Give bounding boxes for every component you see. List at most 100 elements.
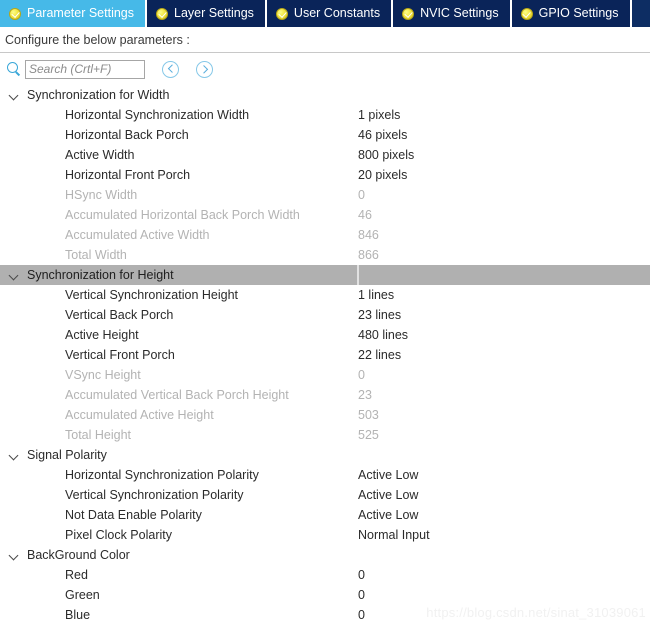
parameter-label: HSync Width — [65, 188, 138, 202]
parameter-value: 46 — [358, 208, 372, 222]
parameter-label: Blue — [65, 608, 91, 622]
parameter-value[interactable]: 22 lines — [358, 345, 401, 365]
tab-label: Layer Settings — [174, 6, 254, 20]
parameter-row: Total Width 866 — [0, 245, 650, 265]
tab-gpio-settings[interactable]: GPIO Settings — [511, 0, 632, 27]
tab-label: NVIC Settings — [420, 6, 499, 20]
tab-layer-settings[interactable]: Layer Settings — [147, 0, 267, 27]
parameter-row: VSync Height 0 — [0, 365, 650, 385]
chevron-down-icon[interactable] — [9, 90, 20, 101]
group-header[interactable]: Synchronization for Height — [0, 265, 650, 285]
parameter-value[interactable]: Active Low — [358, 505, 418, 525]
parameter-row: Total Height 525 — [0, 425, 650, 445]
parameter-row[interactable]: Vertical Synchronization Height 1 lines — [0, 285, 650, 305]
parameter-label: Vertical Back Porch — [65, 308, 174, 322]
parameter-row[interactable]: Horizontal Front Porch 20 pixels — [0, 165, 650, 185]
parameter-row[interactable]: Horizontal Synchronization Polarity Activ… — [0, 465, 650, 485]
group-title: Synchronization for Height — [27, 268, 174, 282]
parameter-value[interactable]: Active Low — [358, 465, 418, 485]
parameter-value[interactable]: 46 pixels — [358, 125, 407, 145]
group-header[interactable]: Synchronization for Width — [0, 85, 650, 105]
parameter-row: Accumulated Vertical Back Porch Height 23 — [0, 385, 650, 405]
check-circle-icon — [9, 7, 21, 20]
parameter-row[interactable]: Vertical Front Porch 22 lines — [0, 345, 650, 365]
chevron-left-circle-icon[interactable] — [162, 60, 179, 78]
check-circle-icon — [275, 7, 288, 20]
tab-user-constants[interactable]: User Constants — [266, 0, 394, 27]
chevron-down-icon[interactable] — [9, 550, 20, 561]
parameter-label: Red — [65, 568, 88, 582]
group-title: Synchronization for Width — [27, 88, 170, 102]
parameter-value: 23 — [358, 388, 372, 402]
parameter-label: VSync Height — [65, 368, 141, 382]
tab-parameter-settings[interactable]: Parameter Settings — [0, 0, 147, 27]
parameter-value: 525 — [358, 428, 379, 442]
parameter-label: Not Data Enable Polarity — [65, 508, 202, 522]
parameter-value[interactable]: 20 pixels — [358, 165, 407, 185]
parameter-label: Horizontal Synchronization Width — [65, 108, 250, 122]
parameter-settings-window: Parameter Settings Layer Settings User Con… — [0, 0, 650, 629]
parameter-label: Green — [65, 588, 100, 602]
parameter-row: Accumulated Horizontal Back Porch Width 4… — [0, 205, 650, 225]
parameter-label: Active Width — [65, 148, 135, 162]
parameter-value: 846 — [358, 228, 379, 242]
parameter-row[interactable]: Pixel Clock Polarity Normal Input — [0, 525, 650, 545]
parameter-label: Active Height — [65, 328, 139, 342]
parameter-row[interactable]: Vertical Back Porch 23 lines — [0, 305, 650, 325]
group-title: Signal Polarity — [27, 448, 107, 462]
parameter-value[interactable]: 800 pixels — [358, 145, 414, 165]
parameter-label: Vertical Synchronization Height — [65, 288, 239, 302]
parameter-label: Accumulated Active Width — [65, 228, 210, 242]
chevron-right-circle-icon[interactable] — [196, 60, 213, 78]
parameter-label: Accumulated Vertical Back Porch Height — [65, 388, 289, 402]
parameter-label: Total Height — [65, 428, 132, 442]
check-circle-icon — [156, 7, 168, 20]
parameter-value[interactable]: 23 lines — [358, 305, 401, 325]
parameter-row[interactable]: Active Width 800 pixels — [0, 145, 650, 165]
chevron-down-icon[interactable] — [9, 450, 20, 461]
parameter-label: Vertical Synchronization Polarity — [65, 488, 244, 502]
parameter-row[interactable]: Horizontal Back Porch 46 pixels — [0, 125, 650, 145]
check-circle-icon — [520, 7, 533, 20]
parameter-row[interactable]: Active Height 480 lines — [0, 325, 650, 345]
chevron-down-icon[interactable] — [9, 270, 20, 281]
column-divider — [357, 265, 359, 285]
parameter-label: Pixel Clock Polarity — [65, 528, 172, 542]
parameter-row: HSync Width 0 — [0, 185, 650, 205]
parameter-row: Accumulated Active Width 846 — [0, 225, 650, 245]
parameter-row[interactable]: Vertical Synchronization Polarity Active … — [0, 485, 650, 505]
parameter-value[interactable]: Active Low — [358, 485, 418, 505]
parameter-label: Accumulated Active Height — [65, 408, 214, 422]
parameter-row[interactable]: Horizontal Synchronization Width 1 pixels — [0, 105, 650, 125]
check-circle-icon — [402, 7, 415, 20]
parameter-label: Horizontal Front Porch — [65, 168, 191, 182]
parameter-value[interactable]: 1 lines — [358, 285, 394, 305]
search-icon — [6, 61, 22, 77]
parameter-label: Total Width — [65, 248, 127, 262]
parameter-row[interactable]: Blue 0 — [0, 605, 650, 625]
group-header[interactable]: Signal Polarity — [0, 445, 650, 465]
search-input[interactable] — [25, 59, 145, 79]
search-toolbar — [0, 53, 650, 85]
group-header[interactable]: BackGround Color — [0, 545, 650, 565]
subheader: Configure the below parameters : — [0, 27, 650, 53]
tab-bar: Parameter Settings Layer Settings User Con… — [0, 0, 650, 27]
parameter-value: 0 — [358, 368, 365, 382]
tab-nvic-settings[interactable]: NVIC Settings — [393, 0, 512, 27]
parameter-value: 503 — [358, 408, 379, 422]
parameter-value[interactable]: 1 pixels — [358, 105, 400, 125]
parameter-label: Horizontal Synchronization Polarity — [65, 468, 259, 482]
tab-label: Parameter Settings — [27, 6, 134, 20]
parameter-value[interactable]: 480 lines — [358, 325, 408, 345]
parameter-row[interactable]: Red 0 — [0, 565, 650, 585]
parameter-value[interactable]: 0 — [358, 565, 365, 585]
parameter-value: 866 — [358, 248, 379, 262]
parameter-value[interactable]: 0 — [358, 585, 365, 605]
parameter-row[interactable]: Green 0 — [0, 585, 650, 605]
parameter-value[interactable]: Normal Input — [358, 525, 430, 545]
parameter-label: Vertical Front Porch — [65, 348, 175, 362]
group-title: BackGround Color — [27, 548, 130, 562]
parameter-value[interactable]: 0 — [358, 605, 365, 625]
parameter-row[interactable]: Not Data Enable Polarity Active Low — [0, 505, 650, 525]
parameter-label: Accumulated Horizontal Back Porch Width — [65, 208, 300, 222]
